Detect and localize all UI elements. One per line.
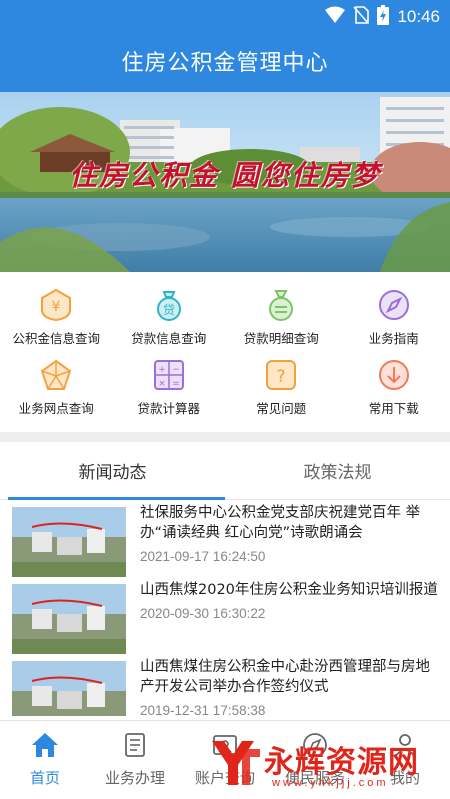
service-loan-info-query[interactable]: 贷 贷款信息查询 xyxy=(113,280,226,350)
section-divider xyxy=(0,432,450,442)
list-item[interactable]: 社保服务中心公积金党支部庆祝建党百年 举办“诵读经典 红心向党”诗歌朗诵会 20… xyxy=(0,500,450,577)
news-timestamp: 2021-09-17 16:24:50 xyxy=(140,549,266,564)
news-thumbnail xyxy=(12,507,126,577)
svg-text:贷: 贷 xyxy=(163,303,175,317)
news-title: 山西焦煤2020年住房公积金业务知识培训报道 xyxy=(140,582,438,598)
svg-text:×: × xyxy=(158,379,166,389)
watermark-url: www.yhkjjj.com xyxy=(272,777,389,789)
news-timestamp: 2019-12-31 17:58:38 xyxy=(140,703,266,716)
tab-policy[interactable]: 政策法规 xyxy=(225,442,450,499)
status-bar: 10:46 xyxy=(0,0,450,30)
compass-icon xyxy=(377,288,411,322)
news-tabs: 新闻动态 政策法规 xyxy=(0,442,450,500)
nav-business[interactable]: 业务办理 xyxy=(90,721,180,799)
download-icon xyxy=(377,358,411,392)
service-label: 业务网点查询 xyxy=(18,401,94,416)
service-label: 贷款明细查询 xyxy=(243,331,319,346)
service-label: 公积金信息查询 xyxy=(12,331,100,346)
home-icon xyxy=(31,731,59,759)
status-time: 10:46 xyxy=(397,7,440,26)
news-list: 社保服务中心公积金党支部庆祝建党百年 举办“诵读经典 红心向党”诗歌朗诵会 20… xyxy=(0,500,450,716)
no-sim-icon xyxy=(353,6,370,28)
nav-home[interactable]: 首页 xyxy=(0,721,90,799)
news-thumbnail xyxy=(12,584,126,654)
wifi-icon xyxy=(325,6,346,28)
news-timestamp: 2020-09-30 16:30:22 xyxy=(140,606,266,621)
service-business-guide[interactable]: 业务指南 xyxy=(338,280,450,350)
tab-news[interactable]: 新闻动态 xyxy=(0,442,225,499)
app-bar: 住房公积金管理中心 xyxy=(0,30,450,92)
loan-bag-icon: 贷 xyxy=(152,288,186,322)
svg-text:+: + xyxy=(158,365,166,375)
news-title: 社保服务中心公积金党支部庆祝建党百年 举办“诵读经典 红心向党”诗歌朗诵会 xyxy=(140,505,421,541)
service-grid: ¥ 公积金信息查询 贷 贷款信息查询 贷款明细查询 业务指南 业务网点查询 + −… xyxy=(0,280,450,430)
service-provident-fund-query[interactable]: ¥ 公积金信息查询 xyxy=(0,280,113,350)
news-thumbnail xyxy=(12,661,126,716)
watermark: 永辉资源网 www.yhkjjj.com xyxy=(206,733,446,797)
tab-label: 政策法规 xyxy=(303,463,372,483)
calculator-icon: + − × = xyxy=(152,358,186,392)
service-label: 贷款信息查询 xyxy=(131,331,207,346)
service-loan-detail-query[interactable]: 贷款明细查询 xyxy=(225,280,338,350)
service-label: 贷款计算器 xyxy=(137,401,200,416)
page-title: 住房公积金管理中心 xyxy=(121,51,329,76)
document-icon xyxy=(121,731,149,759)
service-label: 常见问题 xyxy=(256,401,307,416)
svg-text:=: = xyxy=(172,379,180,389)
svg-text:?: ? xyxy=(277,367,286,387)
nav-label: 业务办理 xyxy=(104,769,165,787)
banner-carousel[interactable]: 住房公积金 圆您住房梦 xyxy=(0,92,450,272)
battery-icon xyxy=(377,5,390,29)
status-icons: 10:46 xyxy=(325,5,440,29)
banner-slogan: 住房公积金 圆您住房梦 xyxy=(69,159,381,192)
svg-text:−: − xyxy=(172,365,180,375)
question-icon: ? xyxy=(264,358,298,392)
nav-label: 首页 xyxy=(29,769,60,787)
service-branch-query[interactable]: 业务网点查询 xyxy=(0,350,113,420)
service-loan-calculator[interactable]: + − × = 贷款计算器 xyxy=(113,350,226,420)
service-downloads[interactable]: 常用下载 xyxy=(338,350,450,420)
service-faq[interactable]: ? 常见问题 xyxy=(225,350,338,420)
list-item[interactable]: 山西焦煤住房公积金中心赴汾西管理部与房地产开发公司举办合作签约仪式 2019-1… xyxy=(0,654,450,716)
service-label: 常用下载 xyxy=(368,401,419,416)
yen-shield-icon: ¥ xyxy=(39,288,73,322)
news-title: 山西焦煤住房公积金中心赴汾西管理部与房地产开发公司举办合作签约仪式 xyxy=(140,659,430,695)
network-icon xyxy=(39,358,73,392)
watermark-logo xyxy=(206,735,262,795)
watermark-text: 永辉资源网 xyxy=(264,745,419,780)
list-item[interactable]: 山西焦煤2020年住房公积金业务知识培训报道 2020-09-30 16:30:… xyxy=(0,577,450,654)
svg-text:¥: ¥ xyxy=(52,299,61,315)
tab-label: 新闻动态 xyxy=(78,463,147,483)
service-label: 业务指南 xyxy=(368,331,419,346)
money-bag-icon xyxy=(264,288,298,322)
